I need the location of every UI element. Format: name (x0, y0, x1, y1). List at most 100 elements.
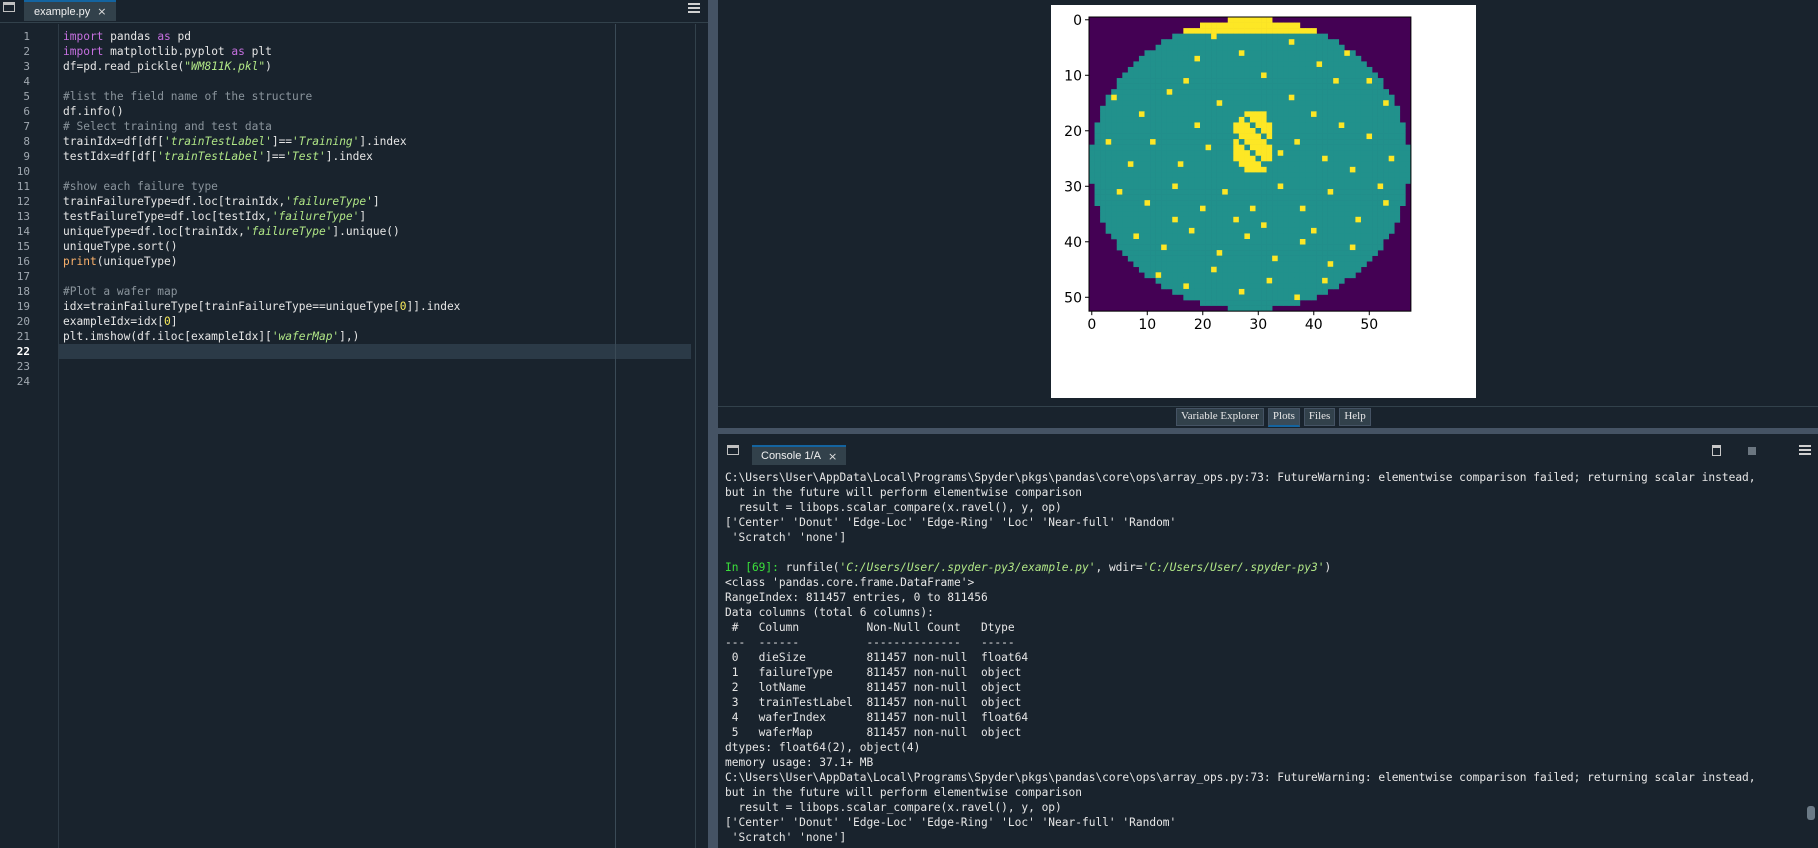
wafer-die-cell (1311, 50, 1317, 57)
wafer-die-cell (1272, 22, 1278, 29)
wafer-die-cell (1327, 211, 1334, 218)
wafer-die-cell (1316, 105, 1323, 112)
tab-plots[interactable]: Plots (1267, 408, 1300, 427)
wafer-die-cell (1227, 222, 1234, 229)
y-tick-label: 0 (1073, 13, 1082, 29)
wafer-die-cell (1372, 83, 1378, 90)
wafer-die-cell (1150, 122, 1156, 129)
wafer-die-cell (1327, 239, 1334, 245)
wafer-die-cell (1288, 139, 1295, 145)
wafer-die-cell (1166, 166, 1173, 173)
wafer-die-cell (1388, 150, 1395, 157)
wafer-die-cell (1233, 33, 1240, 40)
wafer-die-cell (1377, 172, 1384, 179)
tab-files[interactable]: Files (1303, 408, 1336, 426)
wafer-die-cell (1227, 133, 1234, 140)
line-number: 11 (16, 180, 30, 193)
wafer-die-cell (1366, 72, 1373, 79)
wafer-die-cell (1305, 189, 1312, 195)
wafer-die-cell (1266, 94, 1273, 101)
wafer-die-cell (1111, 233, 1118, 240)
wafer-die-cell (1205, 277, 1212, 284)
wafer-die-cell (1405, 150, 1412, 157)
editor-scrollbar[interactable] (695, 24, 706, 848)
wafer-die-cell (1150, 100, 1156, 107)
wafer-die-cell (1161, 283, 1167, 290)
code-area[interactable]: import pandas as pd import matplotlib.pyp… (59, 24, 708, 848)
wafer-die-cell (1333, 200, 1340, 206)
console-scroll-thumb[interactable] (1807, 806, 1815, 820)
wafer-die-cell (1322, 100, 1328, 107)
close-icon[interactable]: × (828, 450, 837, 463)
console-output[interactable]: C:\Users\User\AppData\Local\Programs\Spy… (725, 470, 1805, 848)
wafer-die-cell (1238, 144, 1245, 151)
wafer-die-cell (1305, 183, 1312, 190)
editor-tab-example-py[interactable]: example.py × (24, 0, 117, 21)
wafer-die-cell (1377, 128, 1384, 134)
wafer-die-cell (1183, 89, 1190, 95)
wafer-die-cell (1294, 33, 1301, 40)
wafer-die-cell (1216, 94, 1223, 101)
wafer-die-cell (1338, 105, 1345, 112)
wafer-die-cell (1288, 22, 1295, 29)
wafer-die-cell (1216, 255, 1223, 262)
wafer-map-figure[interactable]: 0 10 20 30 40 50 0 10 20 30 40 50 (1051, 5, 1476, 398)
wafer-die-cell (1194, 183, 1201, 190)
wafer-die-cell (1249, 44, 1256, 51)
wafer-die-cell (1172, 72, 1179, 79)
wafer-die-cell (1161, 150, 1167, 157)
wafer-die-cell (1105, 183, 1112, 190)
wafer-die-cell (1388, 144, 1395, 151)
wafer-die-cell (1388, 100, 1395, 107)
wafer-die-cell (1299, 216, 1306, 223)
trash-icon[interactable] (1712, 445, 1721, 456)
wafer-die-cell (1244, 294, 1251, 301)
close-icon[interactable]: × (97, 3, 106, 21)
pane-splitter[interactable] (708, 0, 718, 848)
wafer-die-cell (1394, 177, 1401, 184)
wafer-die-cell (1233, 300, 1240, 306)
console-options-menu-icon[interactable] (1799, 445, 1811, 456)
wafer-die-cell (1249, 111, 1256, 118)
wafer-die-cell (1294, 72, 1301, 79)
tab-variable-explorer[interactable]: Variable Explorer (1176, 408, 1264, 426)
wafer-die-cell (1283, 28, 1290, 34)
wafer-die-cell (1322, 128, 1328, 134)
wafer-die-cell (1349, 200, 1356, 206)
wafer-die-cell (1211, 250, 1217, 256)
stop-icon[interactable] (1748, 447, 1756, 455)
tab-help[interactable]: Help (1339, 408, 1371, 426)
plots-pane: 0 10 20 30 40 50 0 10 20 30 40 50 (718, 0, 1818, 407)
wafer-die-cell (1161, 194, 1167, 201)
editor-options-menu-icon[interactable] (688, 3, 700, 14)
wafer-die-cell (1299, 111, 1306, 118)
wafer-die-cell (1283, 272, 1290, 279)
wafer-die-cell (1277, 233, 1284, 240)
wafer-die-cell (1272, 150, 1278, 157)
wafer-die-cell (1172, 78, 1179, 84)
wafer-die-cell (1222, 44, 1229, 51)
wafer-die-cell (1294, 283, 1301, 290)
wafer-die-cell (1211, 211, 1217, 218)
wafer-die-cell (1311, 272, 1317, 279)
wafer-die-cell (1150, 55, 1156, 62)
browse-consoles-icon[interactable] (727, 445, 739, 455)
wafer-die-cell (1255, 172, 1262, 179)
wafer-die-cell (1272, 111, 1278, 118)
wafer-die-cell (1366, 255, 1373, 262)
code-line: idx=trainFailureType[trainFailureType==u… (63, 299, 460, 314)
wafer-die-cell (1238, 200, 1245, 206)
wafer-die-cell (1288, 116, 1295, 123)
console-tab[interactable]: Console 1/A × (752, 445, 847, 465)
wafer-die-cell (1238, 222, 1245, 229)
wafer-die-cell (1100, 183, 1106, 190)
wafer-die-cell (1172, 155, 1179, 162)
wafer-die-cell (1377, 222, 1384, 229)
browse-tabs-icon[interactable] (3, 2, 15, 12)
console-scrollbar[interactable] (1806, 470, 1816, 848)
wafer-die-cell (1360, 250, 1367, 256)
wafer-die-cell (1183, 144, 1190, 151)
wafer-die-cell (1355, 255, 1362, 262)
wafer-die-cell (1322, 233, 1328, 240)
wafer-die-cell (1261, 94, 1267, 101)
